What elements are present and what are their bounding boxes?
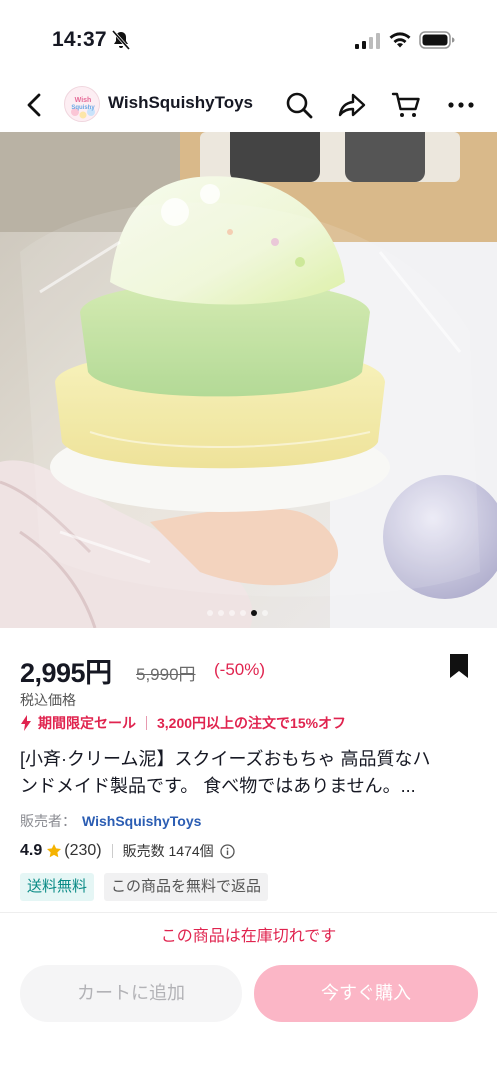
carousel-dot <box>240 610 246 616</box>
bell-off-icon <box>112 30 130 50</box>
cart-icon[interactable] <box>391 90 421 120</box>
store-name[interactable]: WishSquishyToys <box>108 93 253 113</box>
carousel-dot <box>262 610 268 616</box>
out-of-stock-message: この商品は在庫切れです <box>160 928 337 945</box>
svg-text:Wish: Wish <box>75 97 92 104</box>
product-header: Wish Squishy WishSquishyToys <box>0 78 497 132</box>
carousel-indicator <box>207 610 268 616</box>
wifi-icon <box>389 32 411 48</box>
rating-value: 4.9 <box>20 842 43 859</box>
sold-count: 販売数 1474個 <box>122 843 214 859</box>
bookmark-icon[interactable] <box>448 653 470 679</box>
store-logo: Wish Squishy <box>66 88 99 121</box>
search-icon[interactable] <box>284 90 314 120</box>
more-icon[interactable] <box>446 90 476 120</box>
promo-offer: 3,200円以上の注文で15%オフ <box>157 715 347 731</box>
rating-count: (230) <box>64 842 102 859</box>
status-time: 14:37 <box>52 28 107 51</box>
product-photo <box>0 132 497 628</box>
rating-divider <box>111 844 113 858</box>
promo-sale: 期間限定セール <box>38 715 136 731</box>
product-title-line: ンドメイド製品です。 食べ物ではありません。... <box>20 776 416 796</box>
back-arrow-icon[interactable] <box>20 90 50 120</box>
carousel-dot <box>229 610 235 616</box>
seller-row: 販売者： WishSquishyToys <box>20 811 201 831</box>
promo-divider <box>146 716 147 730</box>
signal-icon <box>355 33 380 49</box>
carousel-dot <box>207 610 213 616</box>
star-icon <box>47 844 62 858</box>
carousel-dot <box>251 610 257 616</box>
product-title-line: [小斉·クリーム泥】スクイーズおもちゃ 高品質なハ <box>20 749 431 769</box>
original-price: 5,990円 <box>136 665 196 684</box>
discount-badge: (-50%) <box>214 660 266 679</box>
product-image-carousel[interactable] <box>0 132 497 628</box>
tax-note: 税込価格 <box>20 692 76 708</box>
product-title[interactable]: [小斉·クリーム泥】スクイーズおもちゃ 高品質なハ ンドメイド製品です。 食べ物… <box>20 746 480 800</box>
seller-label: 販売者： <box>20 813 76 829</box>
info-icon[interactable] <box>220 843 235 859</box>
rating-row[interactable]: 4.9 (230) 販売数 1474個 <box>20 840 235 862</box>
add-to-cart-button[interactable]: カートに追加 <box>20 965 242 1022</box>
divider <box>0 912 497 913</box>
flash-icon <box>21 715 31 731</box>
tag-row: 送料無料 この商品を無料で返品 <box>20 873 269 901</box>
status-bar: 14:37 <box>0 0 497 78</box>
store-avatar[interactable]: Wish Squishy <box>64 86 100 122</box>
promo-row[interactable]: 期間限定セール 3,200円以上の注文で15%オフ <box>20 712 346 734</box>
share-icon[interactable] <box>337 90 367 120</box>
carousel-dot <box>218 610 224 616</box>
buy-now-button[interactable]: 今すぐ購入 <box>254 965 478 1022</box>
seller-link[interactable]: WishSquishyToys <box>82 813 201 829</box>
free-return-tag: この商品を無料で返品 <box>104 873 269 901</box>
svg-text:Squishy: Squishy <box>71 105 95 111</box>
current-price: 2,995円 <box>20 658 112 688</box>
price-row: 2,995円 5,990円 (-50%) <box>20 648 480 688</box>
battery-icon <box>419 31 455 49</box>
free-shipping-tag: 送料無料 <box>20 873 95 901</box>
